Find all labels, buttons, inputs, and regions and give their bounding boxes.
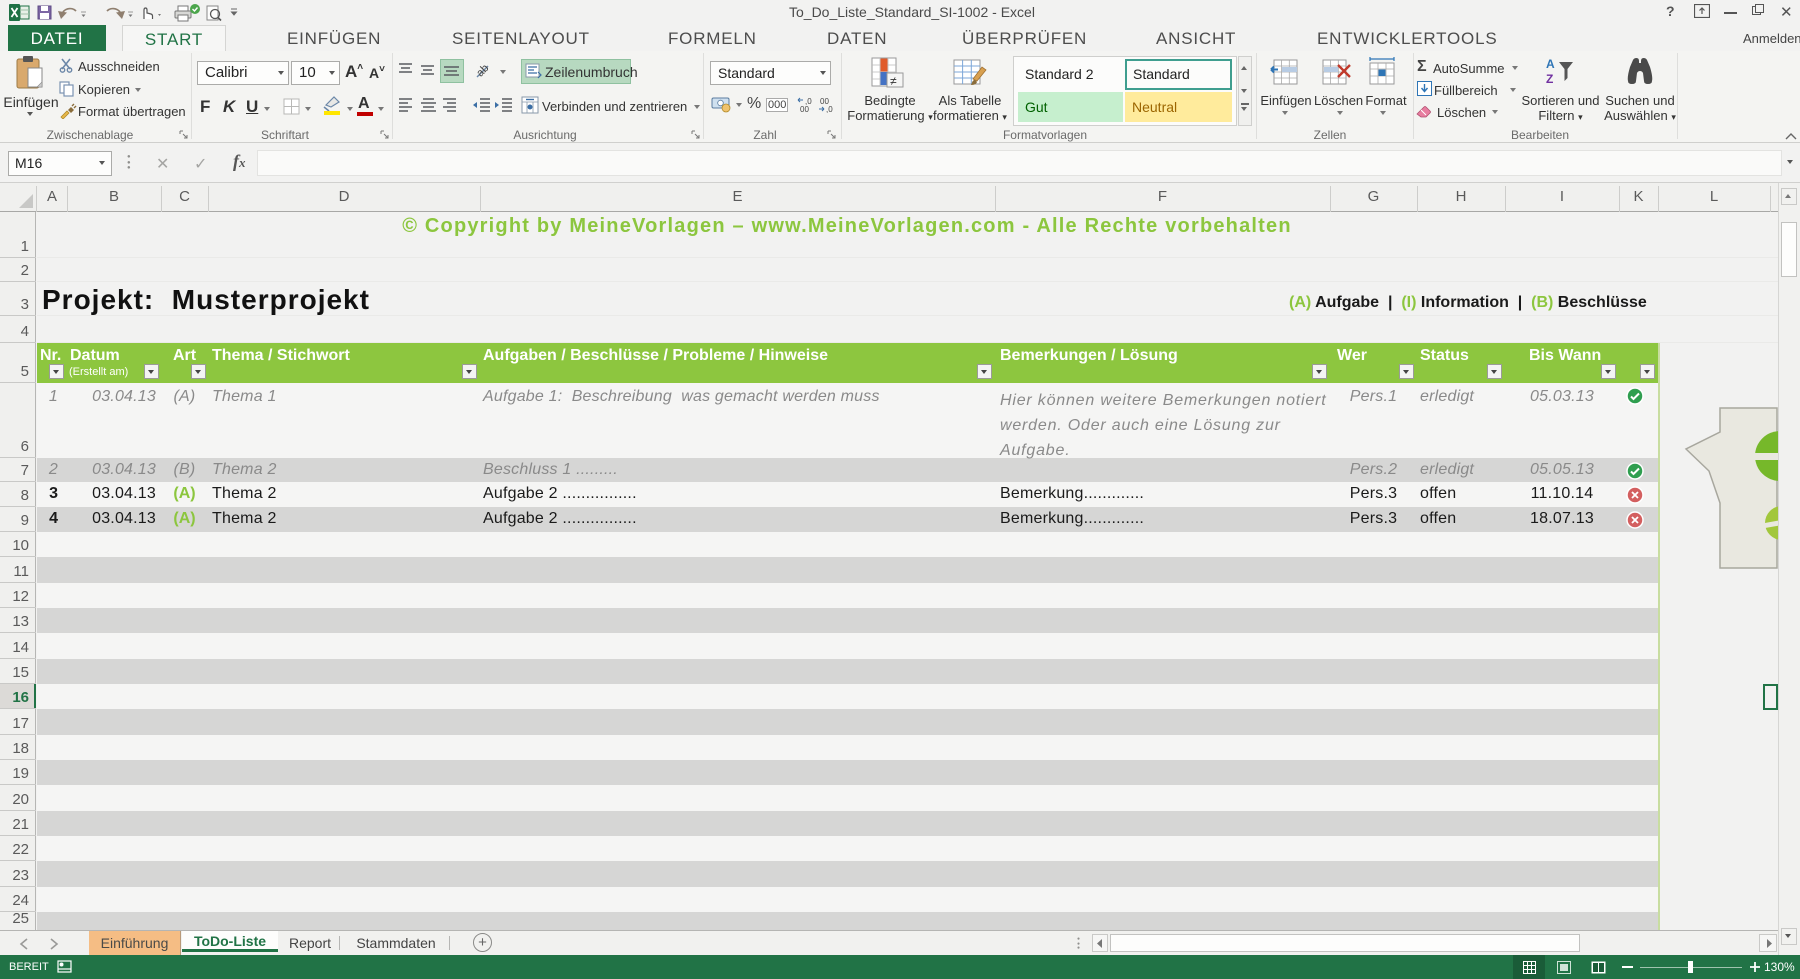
svg-text:Z: Z: [1546, 72, 1553, 86]
svg-text:A: A: [1546, 57, 1555, 71]
svg-text:00: 00: [800, 105, 809, 113]
svg-text:≠: ≠: [890, 74, 897, 88]
svg-text:,0: ,0: [826, 105, 833, 113]
